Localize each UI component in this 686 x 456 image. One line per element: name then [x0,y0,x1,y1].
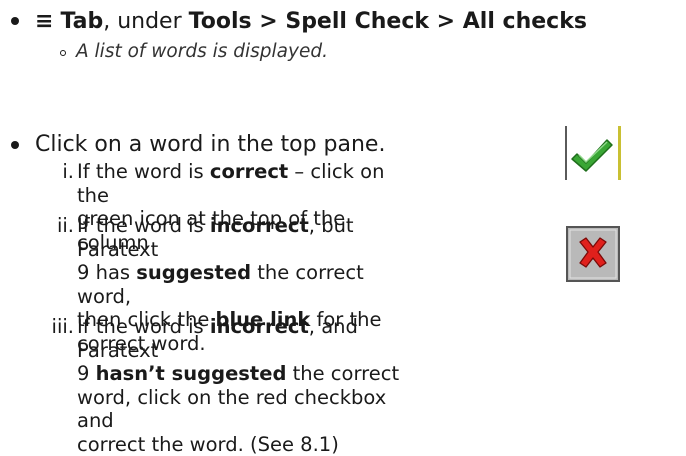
item-text: 9 [77,362,96,385]
separator: > [252,9,286,34]
step-1-line: ≡ Tab, under Tools > Spell Check > All c… [35,8,587,36]
step-1-subitem: A list of words is displayed. [76,41,328,62]
item-text: the correct [286,362,399,385]
bullet-step-1 [11,17,19,25]
tools-label: Tools [189,9,252,34]
tab-label: Tab [60,9,103,34]
item-number: i. [34,160,74,184]
item-keyword: incorrect [210,214,309,237]
separator: > [429,9,463,34]
sub-bullet [60,50,66,56]
red-x-icon [566,226,620,282]
item-keyword: incorrect [210,315,309,338]
item-text: 9 has [77,261,136,284]
spell-check-label: Spell Check [285,9,429,34]
hamburger-icon: ≡ [35,9,53,34]
all-checks-label: All checks [463,9,587,34]
item-text: If the word is [77,214,210,237]
green-check-icon [565,124,623,182]
item-text: word, click on the red checkbox and [77,386,417,433]
under-text: , under [103,9,188,34]
list-item: If the word is incorrect, and Paratext 9… [77,315,417,456]
bullet-step-2 [11,141,19,149]
step-2-main: Click on a word in the top pane. [35,131,385,159]
item-keyword: suggested [136,261,251,284]
item-keyword: hasn’t suggested [96,362,287,385]
item-number: iii. [34,315,74,339]
item-text: If the word is [77,160,210,183]
item-text: If the word is [77,315,210,338]
item-keyword: correct [210,160,288,183]
item-text: correct the word. (See 8.1) [77,433,417,456]
item-number: ii. [34,214,74,238]
